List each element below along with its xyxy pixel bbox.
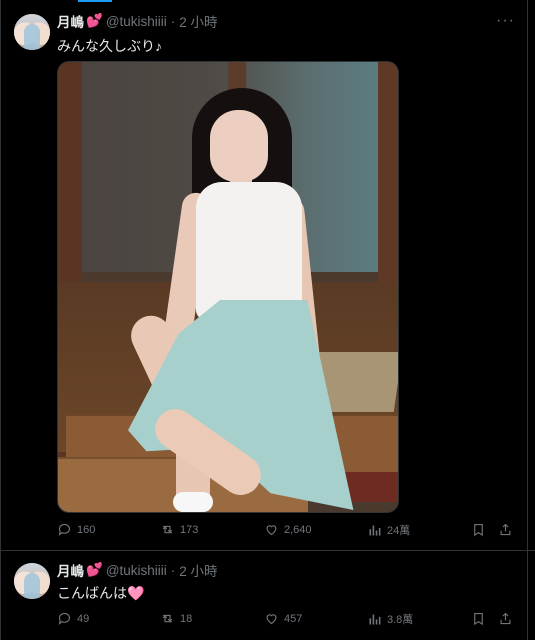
timestamp[interactable]: 2 小時	[179, 11, 217, 31]
like-count: 2,640	[284, 523, 312, 536]
bookmark-button[interactable]	[471, 522, 486, 537]
heart-emoji: 💕	[86, 562, 103, 577]
bookmark-icon	[474, 612, 483, 626]
tweet-photo[interactable]	[57, 61, 399, 513]
avatar[interactable]	[14, 14, 50, 50]
bookmark-button[interactable]	[471, 611, 486, 626]
tweet-text: こんばんは🩷	[57, 585, 145, 601]
tweet-text: みんな久しぶり♪	[57, 38, 162, 54]
view-count: 24萬	[387, 525, 411, 537]
separator-dot: ·	[170, 13, 176, 29]
timestamp[interactable]: 2 小時	[179, 560, 217, 580]
share-button[interactable]	[498, 611, 513, 626]
separator-dot: ·	[170, 562, 176, 578]
share-icon	[500, 612, 511, 625]
reply-icon	[58, 612, 71, 625]
retweet-icon	[162, 614, 173, 623]
like-icon	[266, 525, 277, 536]
like-button[interactable]: 457	[264, 611, 302, 626]
more-icon[interactable]: ···	[496, 12, 515, 30]
user-handle[interactable]: @tukishiiii	[106, 14, 167, 29]
retweet-count: 18	[180, 612, 193, 625]
like-button[interactable]: 2,640	[264, 522, 312, 537]
tweet[interactable]: 月嶋 💕 @tukishiiii · 2 小時 ··· みんな久しぶり♪ 160	[0, 0, 535, 551]
reply-count: 160	[77, 523, 96, 536]
action-bar: 49 18 457 3.8萬	[57, 611, 521, 631]
share-button[interactable]	[498, 522, 513, 537]
display-name[interactable]: 月嶋	[57, 560, 84, 580]
views-button[interactable]: 24萬	[367, 522, 410, 538]
views-icon	[369, 614, 381, 624]
bookmark-icon	[474, 523, 483, 537]
retweet-button[interactable]: 173	[160, 522, 198, 537]
heart-emoji: 💕	[86, 13, 103, 28]
views-button[interactable]: 3.8萬	[367, 611, 413, 627]
retweet-count: 173	[180, 523, 199, 536]
avatar[interactable]	[14, 563, 50, 599]
tweet-header: 月嶋 💕 @tukishiiii · 2 小時	[57, 561, 218, 579]
reply-button[interactable]: 160	[57, 522, 95, 537]
like-icon	[266, 614, 277, 625]
reply-icon	[58, 523, 71, 536]
display-name[interactable]: 月嶋	[57, 11, 84, 31]
retweet-button[interactable]: 18	[160, 611, 192, 626]
reply-button[interactable]: 49	[57, 611, 89, 626]
like-count: 457	[284, 612, 303, 625]
share-icon	[500, 523, 511, 536]
view-count: 3.8萬	[387, 614, 414, 626]
tweet-header: 月嶋 💕 @tukishiiii · 2 小時	[57, 12, 218, 30]
retweet-icon	[162, 525, 173, 534]
views-icon	[369, 525, 381, 535]
reply-count: 49	[77, 612, 90, 625]
action-bar: 160 173 2,640 24萬	[57, 522, 521, 542]
user-handle[interactable]: @tukishiiii	[106, 563, 167, 578]
tweet[interactable]: 月嶋 💕 @tukishiiii · 2 小時 こんばんは🩷 49 18 457…	[0, 551, 535, 640]
